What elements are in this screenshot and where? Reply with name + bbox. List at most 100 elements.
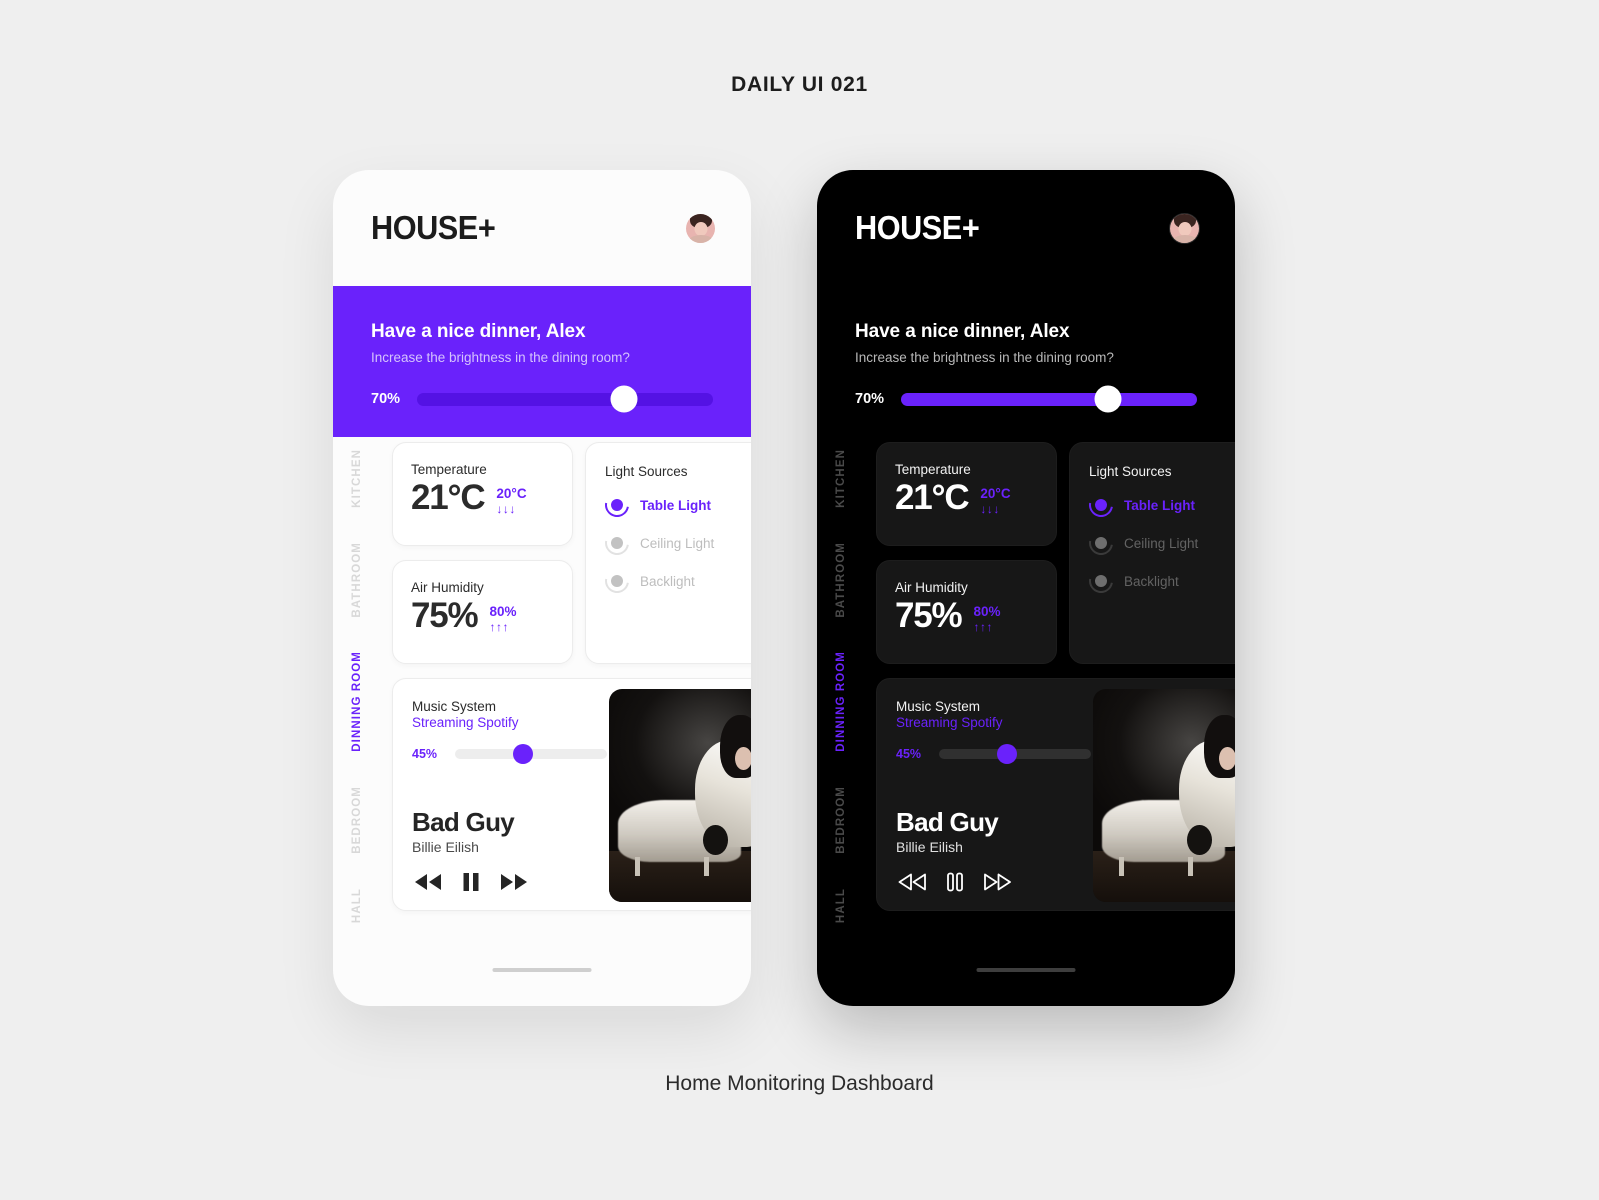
light-source-name-table-light-dark: Table Light [1124,497,1195,513]
app-header-light: HOUSE+ [333,170,751,286]
temperature-label-light: Temperature [411,462,487,477]
nav-item-hall-light[interactable]: HALL [351,888,363,923]
brightness-slider-knob-dark[interactable] [1094,385,1122,413]
banner-question-light: Increase the brightness in the dining ro… [371,350,630,365]
playback-controls-dark [896,871,1014,893]
light-source-row-ceiling-light-dark[interactable]: Ceiling Light [1084,526,1235,560]
avatar-face-icon [694,221,707,236]
nav-item-bedroom-dark[interactable]: BEDROOM [835,786,847,854]
nav-item-dinning-room-dark[interactable]: DINNING ROOM [835,651,847,752]
humidity-card-light[interactable]: Air Humidity 75% 80% ↑↑↑ [392,560,573,664]
brightness-slider-dark[interactable] [901,385,1197,413]
playback-controls-light [412,871,530,893]
ring-dot [611,499,623,511]
greeting-banner-dark: Have a nice dinner, Alex Increase the br… [817,286,1235,437]
nav-item-bathroom-dark[interactable]: BATHROOM [835,542,847,618]
page-caption: Home Monitoring Dashboard [665,1072,934,1095]
humidity-trend-up-icon-light: ↑↑↑ [489,619,509,634]
brightness-percent-light: 70% [371,391,401,407]
nav-item-kitchen-light[interactable]: KITCHEN [351,449,363,508]
home-indicator-dark [976,968,1076,972]
toggle-off-icon-backlight-dark[interactable] [1084,564,1118,598]
user-avatar-dark[interactable] [1170,213,1199,243]
humidity-value-light: 75% [411,596,479,635]
ring-dot [1095,575,1107,587]
ring-dot [611,537,623,549]
nav-item-kitchen-dark[interactable]: KITCHEN [835,449,847,508]
pause-icon-dark[interactable] [946,871,964,893]
volume-slider-knob-dark[interactable] [997,744,1018,764]
ring-dot [1095,537,1107,549]
toggle-off-icon-ceiling-light[interactable] [600,526,634,560]
brightness-slider-knob-light[interactable] [610,385,638,413]
rewind-icon-dark[interactable] [896,871,928,893]
dashboard-body-light: KITCHEN BATHROOM DINNING ROOM BEDROOM HA… [333,437,751,923]
light-source-row-table-light-dark[interactable]: Table Light [1084,488,1235,522]
banner-question-dark: Increase the brightness in the dining ro… [855,350,1114,365]
banner-greeting-dark: Have a nice dinner, Alex [855,321,1070,342]
temperature-trend-down-icon-light: ↓↓↓ [496,501,516,516]
toggle-off-icon-ceiling-light-dark[interactable] [1084,526,1118,560]
humidity-label-dark: Air Humidity [895,580,968,595]
rewind-icon-light[interactable] [412,871,444,893]
temperature-card-dark[interactable]: Temperature 21°C 20°C ↓↓↓ [876,442,1057,546]
nav-item-hall-dark[interactable]: HALL [835,888,847,923]
light-source-name-ceiling-light-dark: Ceiling Light [1124,535,1199,551]
brightness-slider-row-dark: 70% [855,385,1197,413]
music-source-light: Streaming Spotify [412,715,519,730]
light-source-row-ceiling-light[interactable]: Ceiling Light [600,526,751,560]
ring-dot [611,575,623,587]
light-source-name-table-light: Table Light [640,497,711,513]
nav-item-bathroom-light[interactable]: BATHROOM [351,542,363,618]
avatar-body-icon [1172,234,1197,243]
light-source-name-ceiling-light: Ceiling Light [640,535,715,551]
home-indicator-light [492,968,592,972]
brand-logo-dark: HOUSE+ [855,209,980,246]
toggle-on-icon-table-light-dark[interactable] [1084,488,1118,522]
temperature-target-dark: 20°C [980,486,1011,501]
nav-item-bedroom-light[interactable]: BEDROOM [351,786,363,854]
album-art-light [609,689,751,902]
brightness-slider-light[interactable] [417,385,713,413]
dashboard-body-dark: KITCHEN BATHROOM DINNING ROOM BEDROOM HA… [817,437,1235,923]
volume-percent-dark: 45% [896,747,922,761]
toggle-off-icon-backlight[interactable] [600,564,634,598]
light-source-row-table-light[interactable]: Table Light [600,488,751,522]
app-header-dark: HOUSE+ [817,170,1235,286]
music-system-card-light[interactable]: Music System Streaming Spotify 45% Bad G… [392,678,751,911]
light-sources-card-dark[interactable]: Light Sources Table Light Ceiling Light … [1069,442,1235,664]
light-source-row-backlight[interactable]: Backlight [600,564,751,598]
user-avatar-light[interactable] [686,213,715,243]
light-sources-label-light: Light Sources [605,464,688,479]
page-root: DAILY UI 021 HOUSE+ Have a nice dinner, … [0,0,1599,1200]
light-source-row-backlight-dark[interactable]: Backlight [1084,564,1235,598]
humidity-trend-up-icon-dark: ↑↑↑ [973,619,993,634]
forward-icon-light[interactable] [498,871,530,893]
light-sources-card-light[interactable]: Light Sources Table Light Ceiling Light … [585,442,751,664]
music-label-light: Music System [412,699,497,714]
music-label-dark: Music System [896,699,981,714]
humidity-card-dark[interactable]: Air Humidity 75% 80% ↑↑↑ [876,560,1057,664]
music-system-card-dark[interactable]: Music System Streaming Spotify 45% Bad G… [876,678,1235,911]
light-source-name-backlight: Backlight [640,573,695,589]
volume-slider-dark[interactable] [939,744,1091,764]
humidity-label-light: Air Humidity [411,580,484,595]
nav-item-dinning-room-light[interactable]: DINNING ROOM [351,651,363,752]
song-artist-dark: Billie Eilish [896,839,963,855]
album-art-dark [1093,689,1235,902]
temperature-card-light[interactable]: Temperature 21°C 20°C ↓↓↓ [392,442,573,546]
brightness-percent-dark: 70% [855,391,885,407]
volume-slider-knob-light[interactable] [513,744,534,764]
room-nav-light: KITCHEN BATHROOM DINNING ROOM BEDROOM HA… [333,437,381,923]
forward-icon-dark[interactable] [982,871,1014,893]
song-title-light: Bad Guy [412,807,515,837]
banner-greeting-light: Have a nice dinner, Alex [371,321,586,342]
light-sources-label-dark: Light Sources [1089,464,1172,479]
volume-slider-light[interactable] [455,744,607,764]
phone-mockup-light: HOUSE+ Have a nice dinner, Alex Increase… [333,170,751,1006]
temperature-value-light: 21°C [411,478,486,517]
toggle-on-icon-table-light[interactable] [600,488,634,522]
pause-icon-light[interactable] [462,871,480,893]
brand-logo-light: HOUSE+ [371,209,496,246]
humidity-target-dark: 80% [973,604,1001,619]
